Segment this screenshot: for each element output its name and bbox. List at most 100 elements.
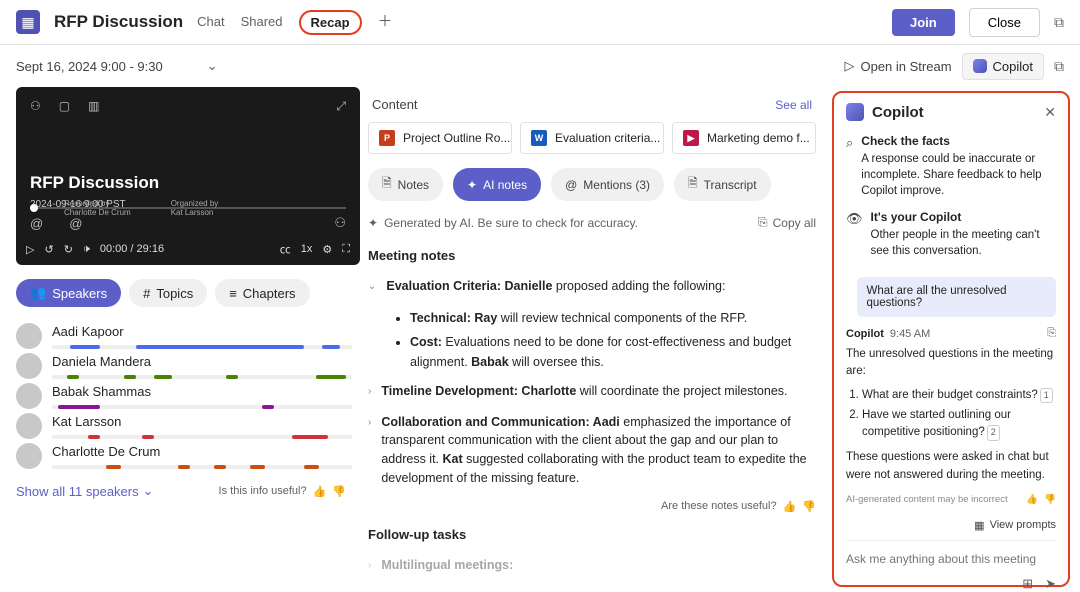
tab-shared[interactable]: Shared xyxy=(241,10,283,35)
popout-icon[interactable]: ⧉ xyxy=(1054,14,1064,31)
list-icon: ≡ xyxy=(229,286,237,301)
thumbs-down-icon[interactable]: 👎 xyxy=(332,485,346,498)
settings-icon[interactable]: ⚙ xyxy=(322,243,332,256)
speaker-timeline[interactable] xyxy=(52,435,352,439)
expand-icon[interactable]: ⤢ xyxy=(336,99,346,114)
speaker-row[interactable]: Kat Larsson xyxy=(16,413,360,439)
seg-speakers[interactable]: 👥Speakers xyxy=(16,279,121,307)
expand-icon[interactable]: › xyxy=(368,415,371,488)
open-in-stream[interactable]: ▷ Open in Stream xyxy=(844,58,951,74)
notes-useful: Are these notes useful?👍👎 xyxy=(368,500,816,513)
thumbs-down-icon[interactable]: 👎 xyxy=(1044,494,1056,505)
avatar xyxy=(16,443,42,469)
file-chip[interactable]: WEvaluation criteria... xyxy=(520,122,664,154)
ai-gen-label: Generated by AI. Be sure to check for ac… xyxy=(384,216,638,230)
collapse-icon[interactable]: ⌄ xyxy=(368,279,376,296)
tab-recap[interactable]: Recap xyxy=(299,10,362,35)
resp-author: Copilot xyxy=(846,328,884,340)
send-icon[interactable]: ➤ xyxy=(1045,576,1056,592)
ai-disclaimer: AI-generated content may be incorrect 👍👎 xyxy=(846,494,1056,505)
people-icon-2[interactable]: ⚇ xyxy=(334,215,346,231)
people-icon[interactable]: ⚇ xyxy=(30,99,41,114)
copilot-title: Copilot xyxy=(872,104,1036,121)
speaker-name: Daniela Mandera xyxy=(52,354,360,369)
add-tab-icon[interactable]: ＋ xyxy=(378,10,393,35)
seg-topics[interactable]: #Topics xyxy=(129,279,207,307)
volume-icon[interactable]: 🕩 xyxy=(83,243,90,256)
view-prompts[interactable]: ▦View prompts xyxy=(846,519,1056,532)
copilot-input[interactable] xyxy=(846,552,1056,566)
file-chip[interactable]: ▶ Marketing demo f... xyxy=(672,122,816,154)
at-icon[interactable]: @ xyxy=(30,216,43,231)
avatar xyxy=(16,413,42,439)
play-icon[interactable]: ▷ xyxy=(26,243,34,256)
copy-icon[interactable]: ⎘ xyxy=(1047,327,1056,340)
at-icon-2[interactable]: @ xyxy=(69,216,82,231)
cc-icon[interactable]: ㏄ xyxy=(280,241,291,257)
date-picker[interactable]: Sept 16, 2024 9:00 - 9:30 ⌄ xyxy=(16,58,218,74)
header-tabs: Chat Shared Recap ＋ xyxy=(197,10,392,35)
copilot-icon xyxy=(973,59,987,73)
pill-transcript[interactable]: 🗎Transcript xyxy=(674,168,771,201)
file-name: Evaluation criteria... xyxy=(555,131,660,145)
speaker-timeline[interactable] xyxy=(52,375,352,379)
close-icon[interactable]: ✕ xyxy=(1044,104,1056,121)
pill-mentions[interactable]: @Mentions (3) xyxy=(551,168,664,201)
grid-icon[interactable]: ▥ xyxy=(88,99,99,114)
speaker-row[interactable]: Charlotte De Crum xyxy=(16,443,360,469)
popout-icon-2[interactable]: ⧉ xyxy=(1054,58,1064,75)
speaker-row[interactable]: Babak Shammas xyxy=(16,383,360,409)
segment-tabs: 👥Speakers #Topics ≡Chapters xyxy=(16,279,360,307)
sparkle-icon: ✦ xyxy=(368,216,378,230)
forward-icon[interactable]: ↻ xyxy=(64,243,73,256)
file-name: Marketing demo f... xyxy=(707,131,810,145)
top-bar: ▦ RFP Discussion Chat Shared Recap ＋ Joi… xyxy=(0,0,1080,45)
thumbs-up-icon[interactable]: 👍 xyxy=(313,485,327,498)
avatar xyxy=(16,383,42,409)
expand-icon[interactable]: › xyxy=(368,384,371,401)
close-button[interactable]: Close xyxy=(969,8,1040,37)
content-title: Content xyxy=(372,97,418,112)
seg-chapters[interactable]: ≡Chapters xyxy=(215,279,309,307)
see-all-link[interactable]: See all xyxy=(775,98,812,112)
copilot-response: The unresolved questions in the meeting … xyxy=(846,346,1056,484)
rewind-icon[interactable]: ↺ xyxy=(44,243,53,256)
pill-notes[interactable]: 🗎Notes xyxy=(368,168,443,201)
copilot-logo-icon xyxy=(846,103,864,121)
date-text: Sept 16, 2024 9:00 - 9:30 xyxy=(16,59,163,74)
speaker-name: Kat Larsson xyxy=(52,414,360,429)
pill-ai-notes[interactable]: ✦AI notes xyxy=(453,168,541,201)
speakers-icon: 👥 xyxy=(30,285,46,301)
meeting-notes: Meeting notes ⌄Evaluation Criteria: Dani… xyxy=(368,248,816,574)
center-column: Content See all PProject Outline Ro...WE… xyxy=(360,87,832,591)
speaker-timeline[interactable] xyxy=(52,345,352,349)
fullscreen-icon[interactable]: ⛶ xyxy=(342,243,350,256)
speaker-timeline[interactable] xyxy=(52,465,352,469)
speaker-timeline[interactable] xyxy=(52,405,352,409)
speaker-row[interactable]: Aadi Kapoor xyxy=(16,323,360,349)
cc-box-icon[interactable]: ▢ xyxy=(59,99,70,114)
join-button[interactable]: Join xyxy=(892,9,955,36)
file-icon: ▶ xyxy=(683,130,699,146)
file-name: Project Outline Ro... xyxy=(403,131,510,145)
apps-icon[interactable]: ⊞ xyxy=(1022,576,1033,592)
left-column: ⚇ ▢ ▥ ⤢ RFP Discussion 2024-09-16 9:00 P… xyxy=(0,87,360,591)
speaker-row[interactable]: Daniela Mandera xyxy=(16,353,360,379)
hash-icon: # xyxy=(143,286,150,301)
file-chip[interactable]: PProject Outline Ro... xyxy=(368,122,512,154)
notes-tabs: 🗎Notes ✦AI notes @Mentions (3) 🗎Transcri… xyxy=(368,168,816,201)
copy-all-button[interactable]: ⎘Copy all xyxy=(758,215,816,230)
show-all-speakers[interactable]: Show all 11 speakers⌄ xyxy=(16,483,154,499)
chevron-down-icon: ⌄ xyxy=(143,483,154,499)
sub-bar: Sept 16, 2024 9:00 - 9:30 ⌄ ▷ Open in St… xyxy=(0,45,1080,87)
notes-icon: 🗎 xyxy=(382,174,392,195)
tab-chat[interactable]: Chat xyxy=(197,10,224,35)
thumbs-down-icon[interactable]: 👎 xyxy=(802,500,816,513)
video-player[interactable]: ⚇ ▢ ▥ ⤢ RFP Discussion 2024-09-16 9:00 P… xyxy=(16,87,360,265)
stream-icon: ▷ xyxy=(844,58,854,74)
thumbs-up-icon[interactable]: 👍 xyxy=(1026,494,1038,505)
thumbs-up-icon[interactable]: 👍 xyxy=(783,500,797,513)
search-icon: ⌕ xyxy=(846,134,853,199)
copilot-toggle[interactable]: Copilot xyxy=(962,53,1044,80)
speed-label[interactable]: 1x xyxy=(301,243,313,255)
